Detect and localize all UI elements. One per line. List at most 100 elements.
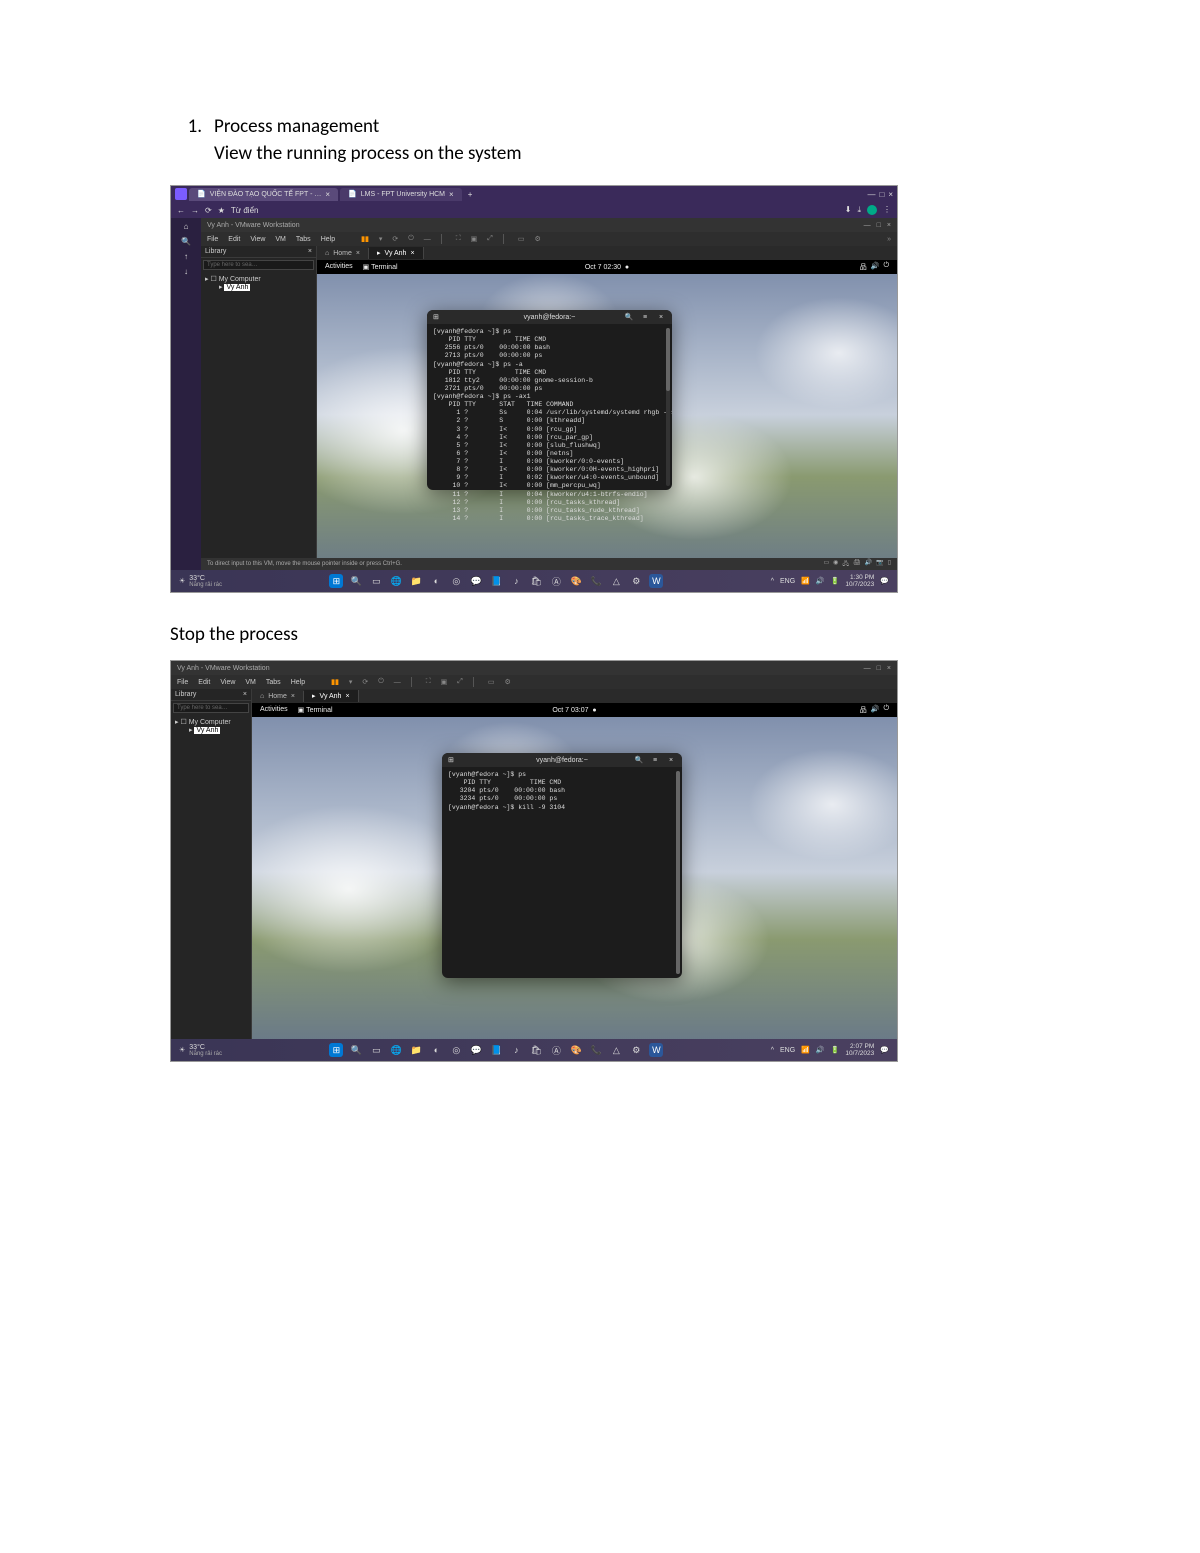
- dropdown-icon[interactable]: ▾: [379, 235, 383, 243]
- new-tab-button[interactable]: +: [464, 190, 477, 199]
- messenger-icon[interactable]: 💬: [469, 1043, 483, 1057]
- edge-icon[interactable]: 🌐: [389, 574, 403, 588]
- snapshot-icon[interactable]: ⟳: [362, 678, 368, 686]
- facebook-icon[interactable]: 📘: [489, 574, 503, 588]
- notification-icon[interactable]: 💬: [880, 577, 889, 585]
- menu-tabs[interactable]: Tabs: [266, 679, 281, 686]
- app-icon[interactable]: △: [609, 1043, 623, 1057]
- tray-chevron-icon[interactable]: ^: [771, 578, 774, 585]
- extension-icon[interactable]: ⤓: [857, 205, 861, 215]
- copilot-icon[interactable]: ◐: [429, 574, 443, 588]
- tray-battery-icon[interactable]: 🔋: [831, 577, 840, 585]
- store-icon[interactable]: 🛍: [529, 574, 543, 588]
- menu-edit[interactable]: Edit: [198, 679, 210, 686]
- fedora-desktop[interactable]: Activities ▣ Terminal Oct 7 02:30 ● 品 🔊 …: [317, 260, 897, 570]
- terminal-newtab-icon[interactable]: ⊞: [448, 756, 454, 764]
- toolbar-icon[interactable]: —: [394, 679, 401, 686]
- tray-chevron-icon[interactable]: ^: [771, 1047, 774, 1054]
- power-icon[interactable]: ⏻: [378, 678, 384, 686]
- terminal-menu-icon[interactable]: ≡: [640, 314, 650, 321]
- stretch-icon[interactable]: ⤢: [487, 235, 493, 243]
- settings-icon[interactable]: ⚙: [629, 1043, 643, 1057]
- vm-tab-vyanh[interactable]: ▸ Vy Anh ×: [304, 690, 359, 702]
- activities-button[interactable]: Activities: [260, 706, 288, 714]
- toolbar-icon[interactable]: ▭: [488, 678, 495, 686]
- chrome-icon[interactable]: ◎: [449, 574, 463, 588]
- taskbar-clock[interactable]: 1:30 PM 10/7/2023: [845, 574, 874, 588]
- window-maximize-button[interactable]: □: [879, 190, 884, 199]
- store-icon[interactable]: 🛍: [529, 1043, 543, 1057]
- address-text[interactable]: Từ điển: [231, 206, 259, 215]
- snapshot-icon[interactable]: ⟳: [392, 235, 398, 243]
- terminal-search-icon[interactable]: 🔍: [624, 313, 634, 321]
- edge-icon[interactable]: 🌐: [389, 1043, 403, 1057]
- fullscreen-icon[interactable]: ⛶: [426, 678, 431, 686]
- tray-lang[interactable]: ENG: [780, 578, 795, 585]
- terminal-indicator[interactable]: ▣ Terminal: [298, 706, 333, 714]
- tiktok-icon[interactable]: ♪: [509, 574, 523, 588]
- app-icon[interactable]: 🎨: [569, 1043, 583, 1057]
- status-device-icon[interactable]: ▭: [823, 559, 829, 569]
- terminal-newtab-icon[interactable]: ⊞: [433, 313, 439, 321]
- status-device-icon[interactable]: 🖧: [842, 559, 849, 569]
- app-icon[interactable]: △: [609, 574, 623, 588]
- menu-help[interactable]: Help: [291, 679, 305, 686]
- tab-close-icon[interactable]: ×: [449, 190, 454, 199]
- taskbar-weather[interactable]: ☀ 33°C Nắng rải rác: [179, 575, 222, 588]
- explorer-icon[interactable]: 📁: [409, 574, 423, 588]
- task-view-icon[interactable]: ▭: [369, 574, 383, 588]
- unity-icon[interactable]: ▣: [441, 678, 448, 686]
- fedora-desktop[interactable]: Activities ▣ Terminal Oct 7 03:07 ● 品 🔊 …: [252, 703, 897, 1041]
- chrome-icon[interactable]: ◎: [449, 1043, 463, 1057]
- browser-tab-1[interactable]: 📄 VIỆN ĐÀO TẠO QUỐC TẾ FPT - … ×: [189, 188, 338, 201]
- menu-file[interactable]: File: [177, 679, 188, 686]
- messenger-icon[interactable]: 💬: [469, 574, 483, 588]
- terminal-output[interactable]: [vyanh@fedora ~]$ ps PID TTY TIME CMD 25…: [427, 324, 672, 527]
- vmware-close-button[interactable]: ×: [887, 222, 891, 229]
- gnome-clock[interactable]: Oct 7 02:30 ●: [585, 264, 629, 271]
- menu-vm[interactable]: VM: [275, 236, 286, 243]
- tree-root[interactable]: ▸ ☐ My Computer: [205, 275, 312, 283]
- library-close-button[interactable]: ×: [243, 691, 247, 698]
- avatar-icon[interactable]: [867, 205, 877, 215]
- tray-wifi-icon[interactable]: 📶: [801, 1046, 810, 1054]
- terminal-scrollbar[interactable]: [666, 328, 670, 486]
- settings-icon[interactable]: ⚙: [629, 574, 643, 588]
- terminal-close-icon[interactable]: ×: [656, 314, 666, 321]
- terminal-search-icon[interactable]: 🔍: [634, 756, 644, 764]
- status-device-icon[interactable]: ▯: [888, 559, 891, 569]
- taskbar-search-icon[interactable]: 🔍: [349, 1043, 363, 1057]
- nav-back-button[interactable]: ←: [177, 206, 185, 215]
- sidebar-home-icon[interactable]: ⌂: [184, 222, 189, 231]
- vmware-close-button[interactable]: ×: [887, 665, 891, 672]
- tray-wifi-icon[interactable]: 📶: [801, 577, 810, 585]
- menu-view[interactable]: View: [250, 236, 265, 243]
- tab-close-icon[interactable]: ×: [325, 190, 330, 199]
- toolbar-icon[interactable]: ⚙: [505, 678, 511, 686]
- tray-lang[interactable]: ENG: [780, 1047, 795, 1054]
- vm-tab-vyanh[interactable]: ▸ Vy Anh ×: [369, 247, 424, 259]
- terminal-menu-icon[interactable]: ≡: [650, 757, 660, 764]
- library-close-button[interactable]: ×: [308, 248, 312, 255]
- tray-battery-icon[interactable]: 🔋: [831, 1046, 840, 1054]
- dropdown-icon[interactable]: ▾: [349, 678, 353, 686]
- tree-child[interactable]: ▸ Vy Anh: [219, 283, 312, 291]
- power-icon[interactable]: ⏻: [408, 235, 414, 243]
- taskbar-weather[interactable]: ☀ 33°C Nắng rải rác: [179, 1044, 222, 1057]
- tree-child[interactable]: ▸ Vy Anh: [189, 726, 247, 734]
- app-icon[interactable]: 📞: [589, 1043, 603, 1057]
- status-power-icon[interactable]: ⏻: [883, 705, 889, 715]
- menu-view[interactable]: View: [220, 679, 235, 686]
- tree-root[interactable]: ▸ ☐ My Computer: [175, 718, 247, 726]
- start-button[interactable]: ⊞: [329, 1043, 343, 1057]
- library-search-input[interactable]: Type here to sea…: [203, 260, 314, 270]
- app-icon[interactable]: 📞: [589, 574, 603, 588]
- sidebar-up-icon[interactable]: ↑: [184, 252, 188, 261]
- notification-icon[interactable]: 💬: [880, 1046, 889, 1054]
- library-search-input[interactable]: Type here to sea…: [173, 703, 249, 713]
- terminal-indicator[interactable]: ▣ Terminal: [363, 263, 398, 271]
- menu-file[interactable]: File: [207, 236, 218, 243]
- gnome-clock[interactable]: Oct 7 03:07 ●: [552, 707, 596, 714]
- sidebar-down-icon[interactable]: ↓: [184, 267, 188, 276]
- word-icon[interactable]: W: [649, 574, 663, 588]
